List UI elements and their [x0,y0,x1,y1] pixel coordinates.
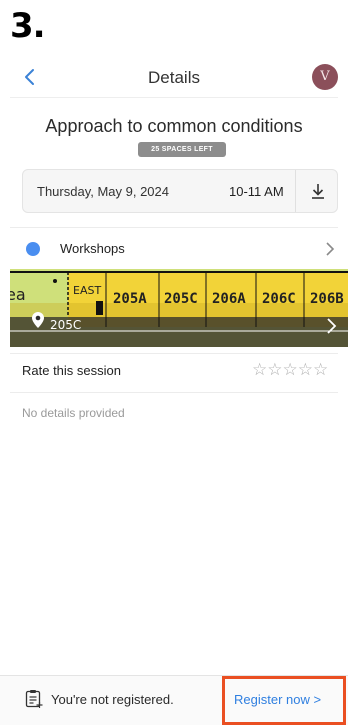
rate-session-label: Rate this session [22,363,121,378]
no-details-text: No details provided [22,406,125,420]
map-label: 206B [310,291,344,307]
registration-status: You're not registered. [51,692,174,707]
session-time: 10-11 AM [229,184,284,199]
map-label: 205C [164,291,198,307]
track-label: Workshops [60,241,125,256]
spaces-left-badge: 25 SPACES LEFT [138,142,226,157]
track-color-dot [26,242,40,256]
navbar-divider [10,97,338,98]
rating-stars[interactable]: ☆☆☆☆☆ [252,360,328,380]
register-now-button[interactable]: Register now > [234,692,321,707]
date-time-card: Thursday, May 9, 2024 10-11 AM [22,169,338,213]
chevron-right-icon [326,242,335,256]
map-label: 206A [212,291,246,307]
session-date: Thursday, May 9, 2024 [37,184,169,199]
avatar[interactable]: V [312,64,338,90]
card-divider [295,170,296,212]
track-row[interactable]: Workshops [0,232,348,268]
section-divider [10,353,338,354]
page-title: Details [148,68,200,87]
map-label: 206C [262,291,296,307]
map-label: ea [10,285,26,304]
map-label: EAST [73,284,101,297]
registration-list-icon [25,690,43,708]
step-number: 3. [10,6,46,46]
session-title: Approach to common conditions [45,116,303,136]
map-location-label: 205C [50,318,81,332]
registration-footer: You're not registered. Register now > [0,676,348,725]
section-divider [10,227,338,228]
map-label: 205A [113,291,147,307]
section-divider [10,392,338,393]
room-map[interactable]: ea EAST 205A 205C 206A 206C 206B 205C [10,269,348,347]
download-icon[interactable] [308,181,328,201]
